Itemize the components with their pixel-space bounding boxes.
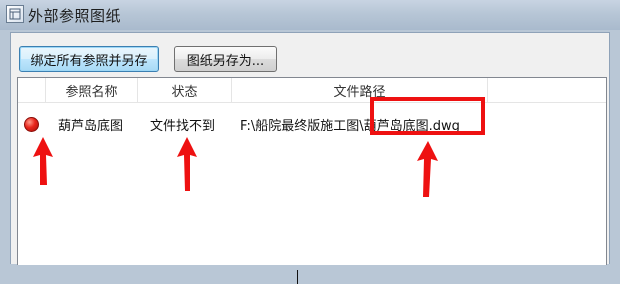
reference-name-cell: 葫芦岛底图 <box>58 118 124 134</box>
column-header-icon[interactable] <box>18 78 46 102</box>
title-bar: 外部参照图纸 <box>0 0 620 30</box>
save-drawing-as-button[interactable]: 图纸另存为... <box>174 46 277 72</box>
table-row[interactable]: 葫芦岛底图 文件找不到 F:\船院最终版施工图\葫芦岛底图.dwg <box>18 104 606 144</box>
path-highlight-box <box>370 97 485 135</box>
red-dot-icon <box>24 117 39 132</box>
window-icon-glyph <box>9 8 21 20</box>
reference-list[interactable]: 参照名称 状态 文件路径 葫芦岛底图 文件找不到 F:\船院最终版施工图\葫芦岛… <box>17 77 607 265</box>
window-title: 外部参照图纸 <box>28 7 122 25</box>
dialog-body: 绑定所有参照并另存 图纸另存为... 参照名称 状态 文件路径 葫芦岛底图 文件… <box>10 32 610 284</box>
app-icon <box>6 5 24 23</box>
text-cursor <box>297 270 298 284</box>
column-header-name[interactable]: 参照名称 <box>46 78 138 102</box>
list-header: 参照名称 状态 文件路径 <box>18 78 606 103</box>
arrow-up-icon-status-dot <box>33 137 53 185</box>
arrow-up-icon-path <box>417 141 438 197</box>
arrow-up-icon-status-text <box>177 137 197 191</box>
column-header-status[interactable]: 状态 <box>138 78 232 102</box>
bind-all-and-save-as-button[interactable]: 绑定所有参照并另存 <box>19 46 159 72</box>
